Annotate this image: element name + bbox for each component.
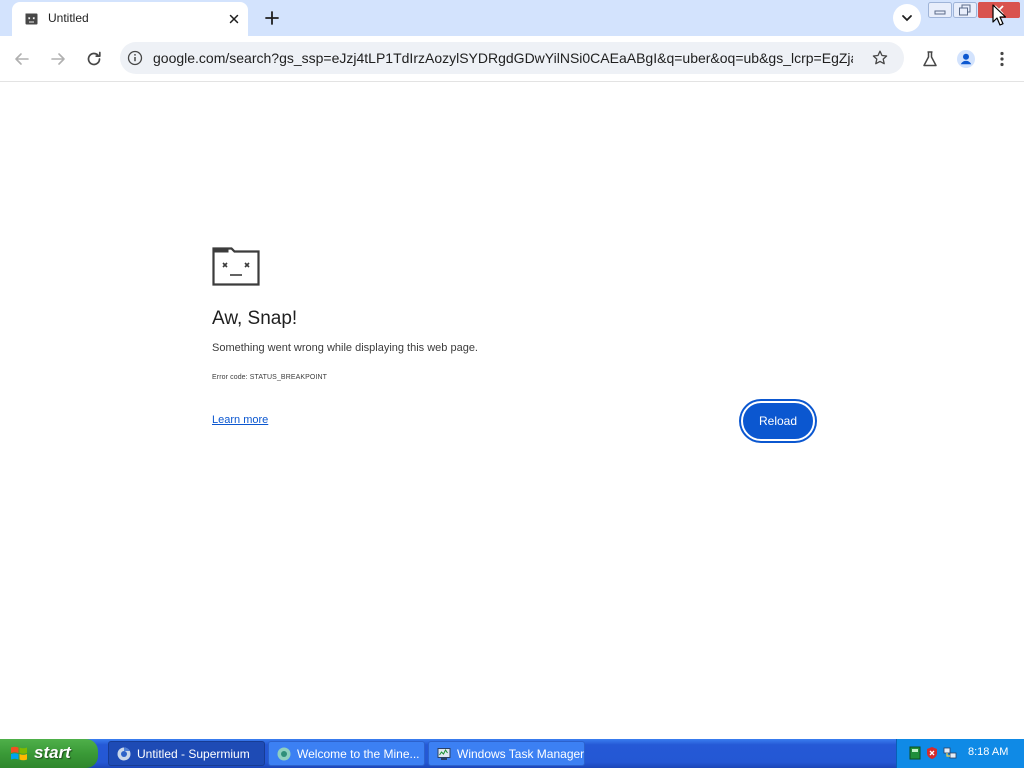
- green-app-tray-icon[interactable]: [908, 746, 922, 760]
- start-label: start: [34, 743, 71, 762]
- error-code: Error code: STATUS_BREAKPOINT: [212, 374, 328, 381]
- new-tab-icon[interactable]: [262, 8, 282, 28]
- mouse-cursor-icon: [992, 4, 1006, 26]
- supermium-browser-icon: [117, 747, 131, 761]
- tab-strip: Untitled: [0, 0, 1024, 36]
- restore-window-button[interactable]: [953, 2, 977, 18]
- error-title: Aw, Snap!: [212, 308, 298, 329]
- task-windows-task-manager[interactable]: Windows Task Manager: [428, 741, 585, 766]
- error-message: Something went wrong while displaying th…: [212, 342, 478, 354]
- learn-more-link[interactable]: Learn more: [212, 414, 268, 426]
- browser-toolbar: google.com/search?gs_ssp=eJzj4tLP1TdIrzA…: [0, 36, 1024, 82]
- bookmark-star-icon[interactable]: [871, 49, 889, 67]
- profile-avatar-icon[interactable]: [956, 49, 976, 69]
- address-bar[interactable]: google.com/search?gs_ssp=eJzj4tLP1TdIrzA…: [120, 42, 904, 74]
- task-label: Windows Task Manager: [457, 747, 585, 761]
- system-tray: 8:18 AM: [896, 739, 1024, 768]
- sad-folder-icon: [212, 247, 260, 286]
- labs-flask-icon[interactable]: [920, 49, 940, 69]
- url-text[interactable]: google.com/search?gs_ssp=eJzj4tLP1TdIrzA…: [153, 50, 853, 66]
- task-label: Untitled - Supermium: [137, 747, 250, 761]
- task-welcome-minecraft[interactable]: Welcome to the Mine...: [268, 741, 425, 766]
- reload-icon[interactable]: [84, 49, 104, 69]
- windows-logo-icon: [11, 746, 27, 761]
- error-page: Aw, Snap! Something went wrong while dis…: [0, 83, 1024, 739]
- tab-untitled[interactable]: Untitled: [12, 2, 248, 36]
- close-icon[interactable]: [226, 11, 242, 27]
- task-supermium[interactable]: Untitled - Supermium: [108, 741, 265, 766]
- network-icon[interactable]: [943, 746, 957, 760]
- task-label: Welcome to the Mine...: [297, 747, 420, 761]
- site-info-icon[interactable]: [127, 50, 143, 66]
- security-shield-icon[interactable]: [925, 746, 939, 760]
- clock: 8:18 AM: [968, 746, 1009, 758]
- tab-title: Untitled: [48, 11, 89, 25]
- reload-button[interactable]: Reload: [741, 401, 815, 441]
- menu-kebab-icon[interactable]: [992, 49, 1012, 69]
- back-arrow-icon[interactable]: [12, 49, 32, 69]
- tab-search-button[interactable]: [893, 4, 921, 32]
- forward-arrow-icon[interactable]: [48, 49, 68, 69]
- chevron-down-icon: [902, 15, 912, 22]
- start-button[interactable]: start: [0, 739, 98, 768]
- browser-tab-icon: [277, 747, 291, 761]
- task-manager-icon: [437, 748, 451, 760]
- minimize-window-button[interactable]: [928, 2, 952, 18]
- windows-taskbar: start Untitled - Supermium Welcome to th…: [0, 739, 1024, 768]
- sad-tab-icon: [25, 13, 38, 25]
